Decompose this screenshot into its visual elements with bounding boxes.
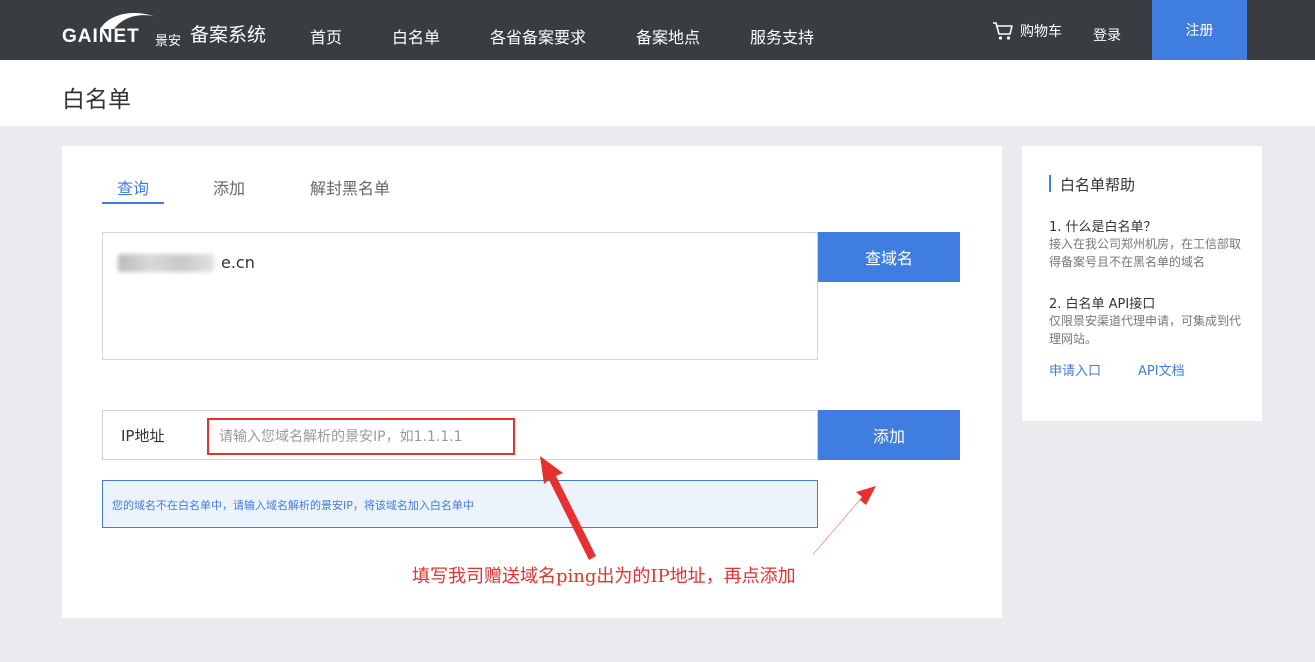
help-panel (1022, 146, 1262, 421)
logo-text: GAINET (62, 26, 140, 47)
add-button[interactable]: 添加 (818, 410, 960, 460)
cart-link[interactable]: 购物车 (992, 21, 1062, 41)
help-question-1: 1. 什么是白名单？ (1049, 220, 1157, 235)
help-answer-1: 接入在我公司郑州机房，在工信部取得备案号且不在黑名单的域名 (1049, 237, 1242, 269)
domain-textarea[interactable] (102, 232, 818, 360)
api-docs-link[interactable]: API文档 (1138, 360, 1185, 379)
nav-item-home[interactable]: 首页 (310, 24, 342, 48)
login-link[interactable]: 登录 (1093, 25, 1121, 45)
nav-item-province-requirements[interactable]: 各省备案要求 (490, 24, 586, 48)
cart-icon (993, 22, 1013, 40)
tab-unblock-blacklist[interactable]: 解封黑名单 (310, 175, 390, 199)
whitelist-panel (62, 146, 1002, 618)
page-title-bar (0, 60, 1315, 126)
tab-query[interactable]: 查询 (117, 175, 149, 199)
active-tab-indicator (102, 202, 164, 204)
help-answer-2: 仅限景安渠道代理申请，可集成到代理网站。 (1049, 314, 1242, 346)
redaction-blur (118, 254, 214, 272)
query-domain-button[interactable]: 查域名 (818, 232, 960, 282)
apply-entry-link[interactable]: 申请入口 (1049, 360, 1101, 379)
ip-label: IP地址 (121, 427, 165, 445)
register-button[interactable]: 注册 (1152, 0, 1247, 60)
help-title: 白名单帮助 (1060, 176, 1136, 194)
help-title-marker (1049, 175, 1051, 192)
system-name: 备案系统 (190, 24, 267, 46)
tab-add[interactable]: 添加 (213, 175, 245, 199)
ip-input[interactable] (207, 418, 515, 455)
page-title: 白名单 (62, 87, 131, 113)
domain-value: e.cn (221, 253, 255, 272)
info-tip-text: 您的域名不在白名单中，请输入域名解析的景安IP，将该域名加入白名单中 (112, 499, 474, 512)
help-question-2: 2. 白名单 API接口 (1049, 297, 1156, 312)
nav-item-whitelist[interactable]: 白名单 (392, 24, 440, 48)
gainet-logo[interactable]: GAINET 景安 (62, 9, 186, 51)
logo-sub-text: 景安 (155, 34, 182, 49)
nav-item-filing-locations[interactable]: 备案地点 (636, 24, 700, 48)
annotation-text: 填写我司赠送域名ping出为的IP地址，再点添加 (412, 566, 796, 587)
cart-label: 购物车 (1020, 24, 1062, 40)
nav-item-support[interactable]: 服务支持 (750, 24, 814, 48)
